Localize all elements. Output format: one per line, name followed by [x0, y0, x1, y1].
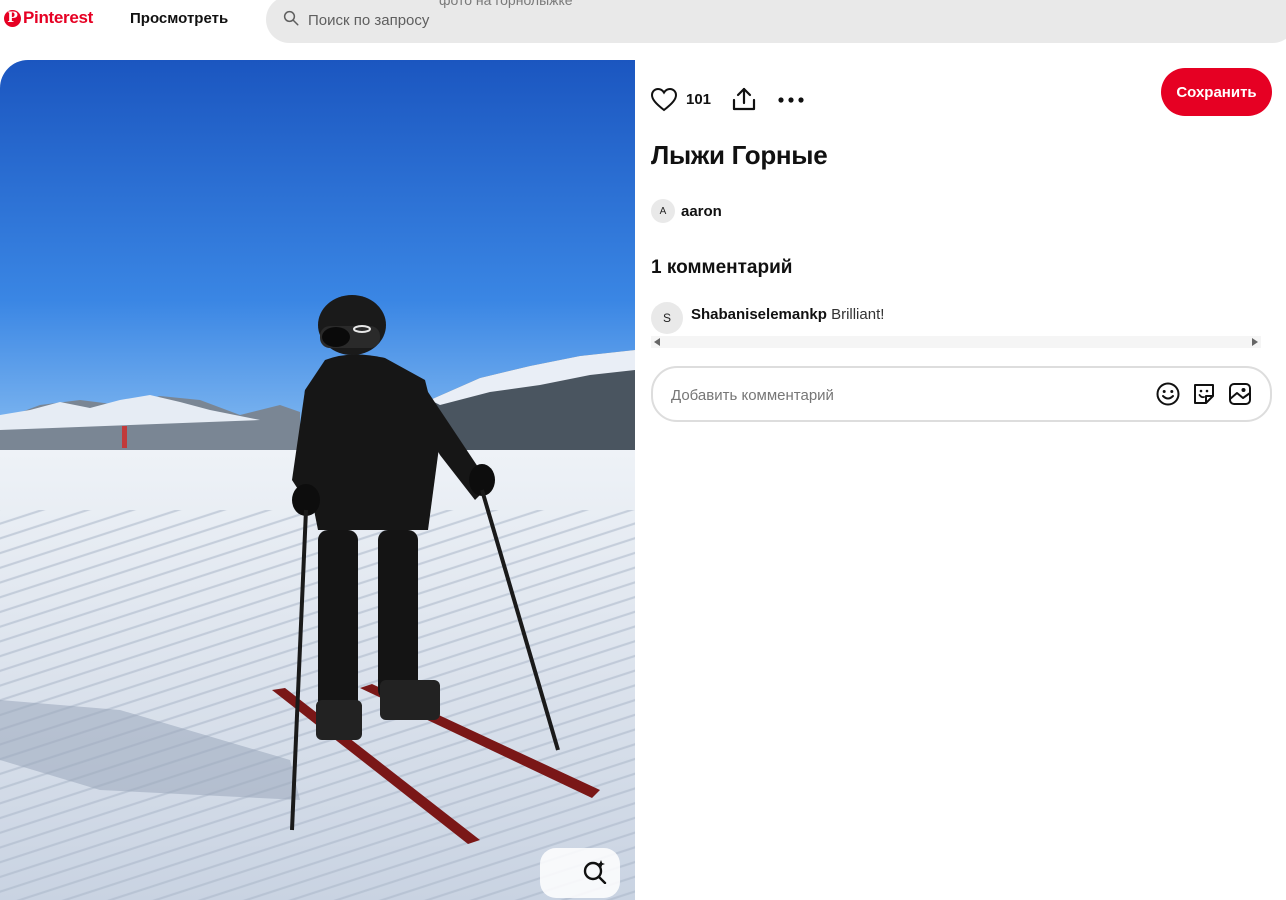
- visual-search-icon: [583, 860, 607, 884]
- comment-input[interactable]: [669, 382, 1133, 408]
- comments-scrollbar[interactable]: [651, 336, 1261, 348]
- comment-body: Brilliant!: [831, 306, 885, 323]
- pin-title: Лыжи Горные: [651, 140, 828, 170]
- pinterest-logo[interactable]: P Pinterest: [4, 8, 93, 28]
- pin-actions: 101 Сохранить: [651, 68, 1272, 120]
- sticker-icon[interactable]: [1191, 381, 1217, 407]
- comment-box: [651, 366, 1272, 422]
- visual-search-button[interactable]: [540, 848, 620, 898]
- author-name[interactable]: aaron: [681, 203, 722, 220]
- author[interactable]: A aaron: [651, 199, 722, 223]
- scroll-left-icon[interactable]: [654, 338, 660, 346]
- explore-link[interactable]: Просмотреть: [130, 10, 228, 27]
- search-input[interactable]: [306, 6, 910, 34]
- author-avatar[interactable]: A: [651, 199, 675, 223]
- search-bar[interactable]: фото на горнолыжке: [266, 0, 1286, 43]
- save-button[interactable]: Сохранить: [1161, 68, 1272, 116]
- commenter-name[interactable]: Shabaniselemankp: [691, 306, 827, 323]
- comments-heading: 1 комментарий: [651, 257, 793, 278]
- top-bar: P Pinterest Просмотреть фото на горнолыж…: [0, 0, 1286, 44]
- ski-photo: [0, 60, 635, 900]
- pin-card: 101 Сохранить Лыжи Горные A aaron 1 комм…: [0, 60, 1286, 900]
- share-icon[interactable]: [731, 86, 757, 112]
- pin-image[interactable]: [0, 60, 635, 900]
- commenter-avatar[interactable]: S: [651, 302, 683, 334]
- scroll-right-icon[interactable]: [1252, 338, 1258, 346]
- image-icon[interactable]: [1227, 381, 1253, 407]
- pinterest-logo-icon: P: [4, 9, 21, 27]
- search-icon: [283, 10, 299, 26]
- logo-text: Pinterest: [23, 8, 94, 27]
- comment-text: Shabaniselemankp Brilliant!: [691, 306, 884, 323]
- more-icon[interactable]: [777, 90, 805, 110]
- emoji-icon[interactable]: [1155, 381, 1181, 407]
- search-suggestion[interactable]: фото на горнолыжке: [439, 0, 573, 8]
- like-count: 101: [686, 91, 712, 108]
- heart-icon[interactable]: [651, 88, 677, 112]
- comment-item: S Shabaniselemankp Brilliant!: [651, 302, 1272, 336]
